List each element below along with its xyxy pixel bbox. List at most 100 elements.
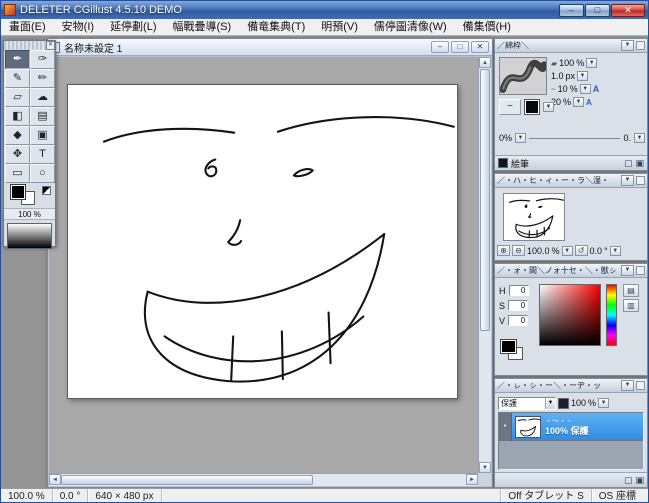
navigator-preview[interactable] [503, 193, 565, 241]
tool-zoom[interactable]: ○ [30, 164, 55, 183]
menu-item-edit[interactable]: 安物(I) [54, 19, 102, 35]
zoom-out-icon[interactable]: ⊖ [512, 245, 525, 256]
layers-panel-tabs[interactable]: ／・ㇾ・ㇱ・ー＼・ーヂ・ッ [497, 380, 621, 391]
menu-item-help[interactable]: 備集價(H) [455, 19, 519, 35]
spinner-icon[interactable]: ▼ [580, 84, 591, 94]
maximize-button[interactable]: □ [585, 4, 610, 17]
horizontal-scrollbar[interactable]: ◄ ► [49, 473, 478, 486]
tool-fill-bucket[interactable]: ◧ [5, 107, 30, 126]
brush-panel-header[interactable]: ／綿枠＼ ▼ [495, 39, 647, 53]
min-size-value[interactable]: 0% [499, 133, 512, 143]
menu-item-window[interactable]: 儒停圖清像(W) [366, 19, 455, 35]
panel-menu-icon[interactable] [636, 266, 645, 275]
tool-pen[interactable]: ✒ [5, 50, 30, 69]
color-panel-tabs[interactable]: ／・ォ・間＼ノォ十セ・＼・獣ㇱ [497, 265, 621, 276]
new-layer-icon[interactable]: ▢ [624, 475, 633, 486]
stroke-shape-button[interactable]: ~ [499, 99, 521, 115]
layer-opacity-value[interactable]: 100 [571, 398, 586, 408]
navigator-zoom-value[interactable]: 100.0 [527, 246, 550, 256]
brush-opacity-value[interactable]: 100 [559, 58, 574, 68]
saturation-value-field[interactable]: 0 [508, 300, 528, 311]
menu-item-layer[interactable]: 延停劃(L) [102, 19, 164, 35]
tool-crayon[interactable]: ✏ [30, 69, 55, 88]
tool-text[interactable]: T [30, 145, 55, 164]
scroll-right-icon[interactable]: ► [466, 474, 478, 485]
layer-mode-select[interactable]: 保護 ▼ [498, 397, 556, 410]
spinner-icon[interactable]: ▼ [634, 133, 645, 143]
minimize-button[interactable]: – [559, 4, 584, 17]
spinner-icon[interactable]: ▼ [515, 133, 526, 143]
tool-move[interactable]: ✥ [5, 145, 30, 164]
scroll-left-icon[interactable]: ◄ [49, 474, 61, 485]
tool-eraser[interactable]: ▱ [5, 88, 30, 107]
current-color-swatch[interactable] [501, 340, 516, 353]
tone-gradient-strip[interactable] [7, 223, 52, 249]
min-density-value[interactable]: 0. [623, 133, 631, 143]
navigator-panel-tabs[interactable]: ／・ハ・ヒ・ィ・ー・ラ＼湿・ [497, 175, 621, 186]
navigator-panel-header[interactable]: ／・ハ・ヒ・ィ・ー・ラ＼湿・ ▼ [495, 174, 647, 188]
layer-name[interactable]: 100% 保護 [545, 426, 589, 437]
brush-in-value[interactable]: 10 [558, 84, 568, 94]
foreground-color-swatch[interactable] [11, 185, 25, 199]
layer-visibility-toggle[interactable]: • [499, 413, 512, 441]
value-value-field[interactable]: 0 [508, 315, 528, 326]
antialias-icon[interactable]: A [593, 84, 600, 94]
chevron-down-icon[interactable]: ▼ [621, 380, 634, 391]
hue-value-field[interactable]: 0 [509, 285, 529, 296]
horizontal-scroll-thumb[interactable] [61, 475, 313, 485]
rotate-reset-icon[interactable]: ↺ [575, 245, 588, 256]
tool-stamp[interactable]: ▣ [30, 126, 55, 145]
panel-menu-icon[interactable] [636, 176, 645, 185]
tool-eyedropper[interactable]: ◆ [5, 126, 30, 145]
brush-color-swatch[interactable] [525, 100, 539, 114]
layer-row[interactable]: • ・〜・・ 100% 保護 [499, 413, 643, 441]
antialias-small-icon[interactable]: A [586, 98, 592, 107]
palette-grid-icon[interactable]: ▥ [623, 299, 639, 312]
canvas[interactable] [67, 84, 458, 399]
vertical-scroll-thumb[interactable] [480, 69, 490, 331]
zoom-in-icon[interactable]: ⊕ [497, 245, 510, 256]
tool-marker-pen[interactable]: ✑ [30, 50, 55, 69]
menu-item-select[interactable]: 幅戰疊導(S) [165, 19, 240, 35]
navigator-angle-value[interactable]: 0.0 [590, 246, 603, 256]
tool-tone[interactable]: ▤ [30, 107, 55, 126]
spinner-icon[interactable]: ▼ [598, 398, 609, 408]
document-close-button[interactable]: ✕ [471, 41, 489, 53]
tool-opacity-value[interactable]: 100 % [4, 208, 55, 220]
delete-icon[interactable]: ▣ [635, 158, 644, 169]
tool-palette-close-icon[interactable]: ✕ [46, 41, 55, 50]
menu-item-view[interactable]: 明預(V) [313, 19, 366, 35]
spinner-icon[interactable]: ▼ [573, 97, 584, 107]
spinner-icon[interactable]: ▼ [543, 102, 554, 112]
saturation-value-picker[interactable] [539, 284, 601, 346]
spinner-icon[interactable]: ▼ [586, 58, 597, 68]
brush-panel-tabs[interactable]: ／綿枠＼ [497, 40, 621, 51]
hue-strip[interactable] [606, 284, 617, 346]
spinner-icon[interactable]: ▼ [610, 246, 621, 256]
chevron-down-icon[interactable]: ▼ [621, 40, 634, 51]
document-titlebar[interactable]: 名称未設定 1 – □ ✕ [48, 39, 492, 56]
slider-track[interactable] [529, 138, 620, 139]
menu-item-filter[interactable]: 備竜集典(T) [239, 19, 313, 35]
layer-lock-icon[interactable] [558, 398, 569, 409]
chevron-down-icon[interactable]: ▼ [621, 175, 634, 186]
tool-select-rect[interactable]: ▭ [5, 164, 30, 183]
color-panel-header[interactable]: ／・ォ・間＼ノォ十セ・＼・獣ㇱ ▼ [495, 264, 647, 278]
document-minimize-button[interactable]: – [431, 41, 449, 53]
new-page-icon[interactable]: ▢ [624, 158, 633, 169]
panel-menu-icon[interactable] [636, 381, 645, 390]
tool-pencil[interactable]: ✎ [5, 69, 30, 88]
scroll-down-icon[interactable]: ▼ [479, 462, 491, 473]
vertical-scrollbar[interactable]: ▲ ▼ [478, 57, 491, 473]
layers-panel-header[interactable]: ／・ㇾ・ㇱ・ー＼・ーヂ・ッ ▼ [495, 379, 647, 393]
default-colors-icon[interactable] [42, 186, 51, 195]
menu-item-file[interactable]: 畫面(E) [1, 19, 54, 35]
close-button[interactable]: ✕ [611, 4, 645, 17]
delete-layer-icon[interactable]: ▣ [635, 475, 644, 486]
tool-palette-grip[interactable]: ✕ [4, 41, 55, 50]
spinner-icon[interactable]: ▼ [562, 246, 573, 256]
tool-airbrush[interactable]: ☁ [30, 88, 55, 107]
panel-menu-icon[interactable] [636, 41, 645, 50]
brush-size-value[interactable]: 1.0 [551, 71, 564, 81]
palette-mode-icon[interactable]: ▤ [623, 284, 639, 297]
